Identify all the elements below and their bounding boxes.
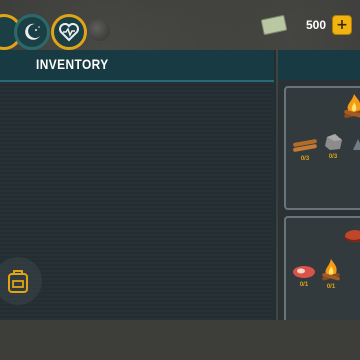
inventory-title: INVENTORY — [36, 56, 109, 72]
moon-icon — [25, 23, 40, 40]
raw-meat-icon — [293, 266, 315, 278]
coin-count: 500 — [305, 18, 326, 32]
ingredient-wood: 0/3 — [292, 138, 318, 162]
flint-icon — [353, 139, 360, 150]
wood-logs-icon — [293, 139, 317, 152]
recipe-card-cooked-meat[interactable]: 0/1 0/1 — [284, 216, 360, 326]
crafting-header — [278, 50, 360, 82]
ingredient-stone: 0/3 — [322, 132, 344, 160]
inventory-header: INVENTORY — [0, 50, 274, 82]
add-coins-button[interactable]: + — [332, 15, 352, 35]
health-badge[interactable] — [51, 14, 87, 50]
heart-pulse-icon — [59, 23, 79, 42]
recipe-card-campfire[interactable]: 0/3 0/3 — [284, 86, 360, 210]
campfire-icon — [322, 259, 340, 281]
hunger-badge[interactable] — [14, 14, 50, 50]
ingredient-quantity: 0/3 — [328, 154, 338, 160]
backpack-icon — [8, 270, 28, 293]
plus-icon: + — [336, 17, 348, 33]
ingredient-quantity: 0/1 — [299, 282, 309, 288]
ingredient-raw-meat: 0/1 — [292, 264, 316, 288]
cash-icon — [260, 14, 288, 36]
campfire-icon — [344, 94, 360, 119]
stone-icon — [325, 134, 342, 150]
ingredient-quantity: 0/3 — [300, 156, 310, 162]
cooked-meat-icon — [344, 230, 360, 242]
ingredient-quantity: 0/1 — [326, 284, 336, 290]
sky-moon — [88, 19, 110, 41]
currency-display: 500 + — [260, 14, 352, 36]
terrain-bottom — [0, 320, 360, 360]
ingredient-campfire: 0/1 — [320, 258, 342, 290]
